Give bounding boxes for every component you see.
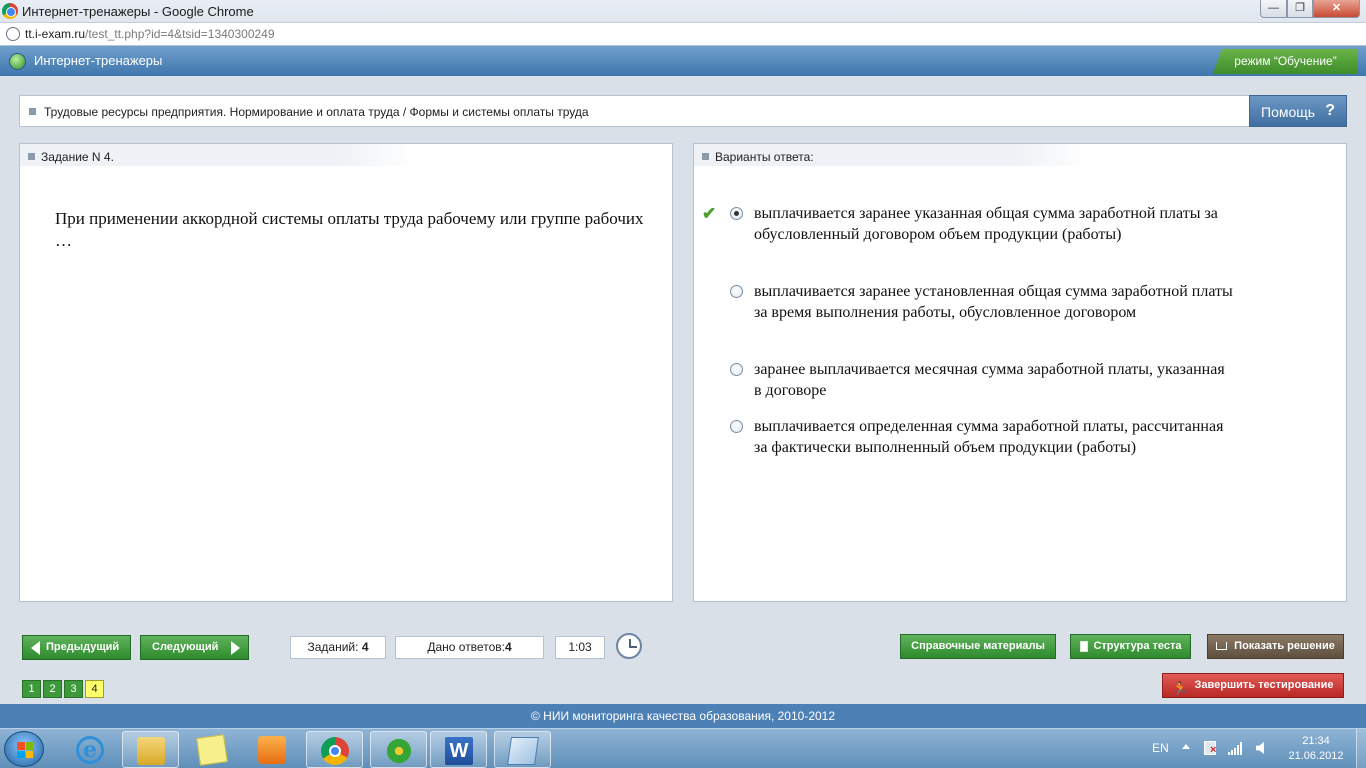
bullet-icon <box>29 108 36 115</box>
test-structure-label: Структура теста <box>1093 640 1182 652</box>
media-player-icon <box>258 736 286 764</box>
app-title: Интернет-тренажеры <box>34 53 163 68</box>
page-button-2[interactable]: 2 <box>43 680 62 698</box>
page-navigator: 1 2 3 4 <box>22 680 104 698</box>
test-structure-button[interactable]: Структура теста <box>1070 634 1191 659</box>
globe-icon <box>6 27 20 41</box>
answer-text: выплачивается заранее указанная общая су… <box>754 205 1218 243</box>
chrome-taskbar-item[interactable] <box>306 731 363 768</box>
internet-explorer-icon: e <box>76 736 104 764</box>
windows-explorer-icon <box>137 737 165 765</box>
answer-text: заранее выплачивается месячная сумма зар… <box>754 361 1225 399</box>
notes-taskbar-item[interactable] <box>494 731 551 768</box>
next-label: Следующий <box>152 641 219 653</box>
checkmark-icon: ✔ <box>702 204 717 223</box>
finish-test-label: Завершить тестирование <box>1194 679 1334 691</box>
answers-value: 4 <box>504 640 512 654</box>
bullet-icon <box>28 153 35 160</box>
chrome-icon <box>321 737 349 765</box>
clock-date: 21.06.2012 <box>1288 750 1344 762</box>
question-mark-icon: ? <box>1325 102 1335 119</box>
running-man-icon: 🏃 <box>1172 681 1189 696</box>
footer-copyright: © НИИ мониторинга качества образования, … <box>0 704 1366 728</box>
page-button-1[interactable]: 1 <box>22 680 41 698</box>
arrow-right-icon <box>231 641 240 655</box>
reference-materials-button[interactable]: Справочные материалы <box>900 634 1056 659</box>
clock-time: 21:34 <box>1302 735 1330 747</box>
minimize-button[interactable]: — <box>1260 0 1287 18</box>
timer: 1:03 <box>555 636 605 659</box>
language-indicator[interactable]: EN <box>1152 741 1169 755</box>
answer-radio[interactable] <box>730 207 743 220</box>
answers-label: Дано ответов: <box>427 640 505 654</box>
breadcrumb-bar: Трудовые ресурсы предприятия. Нормирован… <box>19 95 1250 127</box>
task-number: Задание N 4. <box>41 150 114 164</box>
show-hidden-icons-icon[interactable] <box>1182 744 1190 749</box>
answer-option-3[interactable]: заранее выплачивается месячная сумма зар… <box>730 359 1234 401</box>
answer-radio[interactable] <box>730 363 743 376</box>
browser-title-bar: Интернет-тренажеры - Google Chrome — ❐ ✕ <box>0 0 1366 23</box>
clock-icon <box>616 633 642 659</box>
sticky-notes-taskbar-item[interactable] <box>184 731 241 768</box>
previous-button[interactable]: Предыдущий <box>22 635 131 660</box>
previous-label: Предыдущий <box>46 641 120 653</box>
answer-text: выплачивается заранее установленная обща… <box>754 283 1233 321</box>
network-signal-icon[interactable] <box>1228 741 1244 755</box>
tasks-value: 4 <box>361 640 369 654</box>
word-taskbar-item[interactable]: W <box>430 731 487 768</box>
task-panel-header: Задание N 4. <box>20 144 415 166</box>
chrome-logo-icon <box>2 3 18 19</box>
arrow-left-icon <box>31 641 40 655</box>
internet-explorer-taskbar-item[interactable]: e <box>62 731 119 768</box>
show-solution-label: Показать решение <box>1234 640 1335 652</box>
show-solution-button[interactable]: Показать решение <box>1207 634 1344 659</box>
app-header: Интернет-тренажеры режим “Обучение” <box>0 46 1366 76</box>
answer-option-1[interactable]: ✔ выплачивается заранее указанная общая … <box>702 203 1234 245</box>
start-button[interactable] <box>4 731 44 767</box>
finish-test-button[interactable]: 🏃 Завершить тестирование <box>1162 673 1344 698</box>
breadcrumb: Трудовые ресурсы предприятия. Нормирован… <box>44 105 589 119</box>
answers-header: Варианты ответа: <box>715 150 814 164</box>
help-button[interactable]: Помощь ? <box>1249 95 1347 127</box>
system-clock[interactable]: 21:34 21.06.2012 <box>1282 734 1350 764</box>
notes-icon <box>507 737 539 765</box>
answers-panel: Варианты ответа: ✔ выплачивается заранее… <box>693 143 1347 602</box>
windows-taskbar: e W EN 21:34 21.06.2012 <box>0 728 1366 768</box>
answer-radio[interactable] <box>730 285 743 298</box>
answer-option-2[interactable]: выплачивается заранее установленная обща… <box>730 281 1234 323</box>
question-text: При применении аккордной системы оплаты … <box>55 209 644 250</box>
action-center-icon[interactable] <box>1204 741 1216 756</box>
show-desktop-button[interactable] <box>1356 729 1366 768</box>
window-title: Интернет-тренажеры - Google Chrome <box>22 4 254 19</box>
media-player-taskbar-item[interactable] <box>244 731 301 768</box>
close-button[interactable]: ✕ <box>1313 0 1360 18</box>
icq-icon <box>385 737 413 765</box>
volume-icon[interactable] <box>1256 742 1264 754</box>
windows-logo-icon <box>17 742 33 758</box>
windows-explorer-taskbar-item[interactable] <box>122 731 179 768</box>
next-button[interactable]: Следующий <box>140 635 249 660</box>
tasks-label: Заданий: <box>307 640 359 654</box>
maximize-button[interactable]: ❐ <box>1287 0 1313 18</box>
answer-text: выплачивается определенная сумма заработ… <box>754 418 1224 456</box>
answer-radio[interactable] <box>730 420 743 433</box>
document-icon <box>1080 641 1088 652</box>
icq-taskbar-item[interactable] <box>370 731 427 768</box>
answers-count: Дано ответов:4 <box>395 636 544 659</box>
address-bar[interactable]: tt.i-exam.ru/test_tt.php?id=4&tsid=13403… <box>0 23 1366 46</box>
url-text[interactable]: tt.i-exam.ru/test_tt.php?id=4&tsid=13403… <box>25 27 275 41</box>
mode-badge: режим “Обучение” <box>1213 49 1358 74</box>
answers-panel-header: Варианты ответа: <box>694 144 1089 166</box>
sticky-notes-icon <box>196 734 228 766</box>
task-panel: Задание N 4. При применении аккордной си… <box>19 143 673 602</box>
book-icon <box>1216 642 1227 650</box>
answer-option-4[interactable]: выплачивается определенная сумма заработ… <box>730 416 1234 458</box>
help-label: Помощь <box>1261 104 1316 120</box>
app-logo-icon <box>9 53 26 70</box>
bullet-icon <box>702 153 709 160</box>
tasks-count: Заданий: 4 <box>290 636 386 659</box>
word-icon: W <box>445 737 473 765</box>
page-button-4[interactable]: 4 <box>85 680 104 698</box>
page-button-3[interactable]: 3 <box>64 680 83 698</box>
